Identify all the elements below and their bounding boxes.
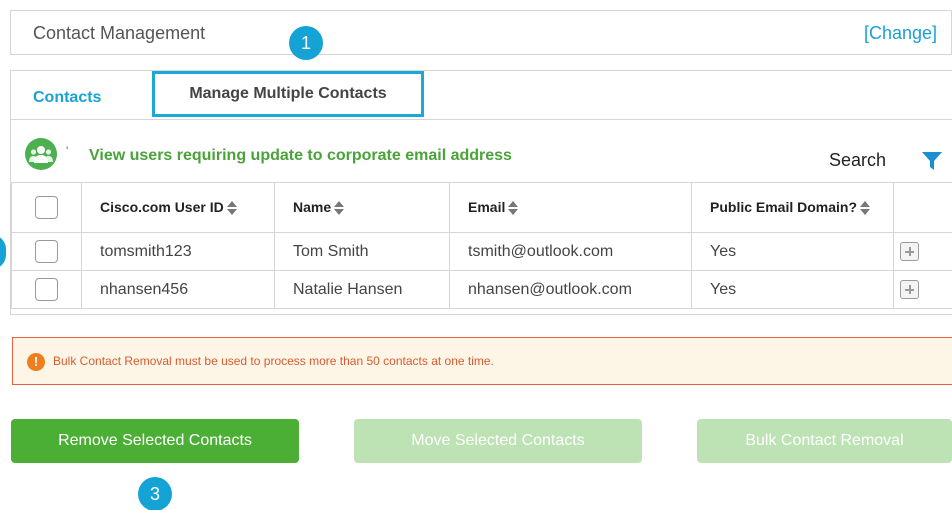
sort-icon[interactable] xyxy=(507,200,519,216)
row-checkbox-cell xyxy=(11,232,82,271)
change-link[interactable]: [Change] xyxy=(864,23,937,44)
tab-contacts[interactable]: Contacts xyxy=(33,89,101,107)
cell-user-id: nhansen456 xyxy=(81,270,275,309)
table-header-row: Cisco.com User ID Name Email Public Emai… xyxy=(11,182,952,233)
cell-name: Tom Smith xyxy=(274,232,450,271)
table-row: nhansen456 Natalie Hansen nhansen@outloo… xyxy=(11,270,952,309)
expand-row-icon[interactable] xyxy=(900,280,919,299)
tab-manage-multiple-contacts[interactable]: Manage Multiple Contacts xyxy=(152,71,424,117)
step-badge-3: 3 xyxy=(138,477,172,510)
column-header-email[interactable]: Email xyxy=(449,182,692,233)
bulk-contact-removal-button[interactable]: Bulk Contact Removal xyxy=(697,419,952,463)
step-badge-1: 1 xyxy=(289,26,323,60)
row-actions-cell xyxy=(893,232,952,271)
table-row: tomsmith123 Tom Smith tsmith@outlook.com… xyxy=(11,232,952,271)
tab-bar: Contacts Manage Multiple Contacts xyxy=(11,71,952,120)
remove-selected-contacts-button[interactable]: Remove Selected Contacts xyxy=(11,419,299,463)
move-selected-contacts-button[interactable]: Move Selected Contacts xyxy=(354,419,642,463)
step-badge-2-edge xyxy=(0,235,6,269)
filter-icon[interactable] xyxy=(921,150,943,177)
column-header-actions xyxy=(893,182,952,233)
cell-public-domain: Yes xyxy=(691,270,894,309)
row-checkbox[interactable] xyxy=(35,278,58,301)
tick-mark: ' xyxy=(66,144,69,158)
select-all-checkbox[interactable] xyxy=(35,196,58,219)
contacts-table: Cisco.com User ID Name Email Public Emai… xyxy=(11,182,952,309)
row-checkbox-cell xyxy=(11,270,82,309)
search-label: Search xyxy=(829,150,887,170)
cell-name: Natalie Hansen xyxy=(274,270,450,309)
column-header-public-email-domain[interactable]: Public Email Domain? xyxy=(691,182,894,233)
warning-icon: ! xyxy=(27,353,45,371)
page-title: Contact Management xyxy=(33,23,206,43)
column-header-user-id[interactable]: Cisco.com User ID xyxy=(81,182,275,233)
cell-user-id: tomsmith123 xyxy=(81,232,275,271)
header-bar: Contact Management [Change] xyxy=(10,10,952,55)
bulk-removal-alert: ! Bulk Contact Removal must be used to p… xyxy=(12,337,952,385)
view-users-update-link[interactable]: View users requiring update to corporate… xyxy=(89,147,512,165)
row-checkbox[interactable] xyxy=(35,240,58,263)
cell-public-domain: Yes xyxy=(691,232,894,271)
sort-icon[interactable] xyxy=(226,200,238,216)
column-header-name[interactable]: Name xyxy=(274,182,450,233)
contacts-panel: Contacts Manage Multiple Contacts ' View… xyxy=(10,70,952,315)
users-icon xyxy=(25,138,57,170)
row-actions-cell xyxy=(893,270,952,309)
alert-message: Bulk Contact Removal must be used to pro… xyxy=(53,354,494,368)
sort-icon[interactable] xyxy=(333,200,345,216)
expand-row-icon[interactable] xyxy=(900,242,919,261)
header-checkbox-cell xyxy=(11,182,82,233)
cell-email: nhansen@outlook.com xyxy=(449,270,692,309)
sort-icon[interactable] xyxy=(859,200,871,216)
cell-email: tsmith@outlook.com xyxy=(449,232,692,271)
